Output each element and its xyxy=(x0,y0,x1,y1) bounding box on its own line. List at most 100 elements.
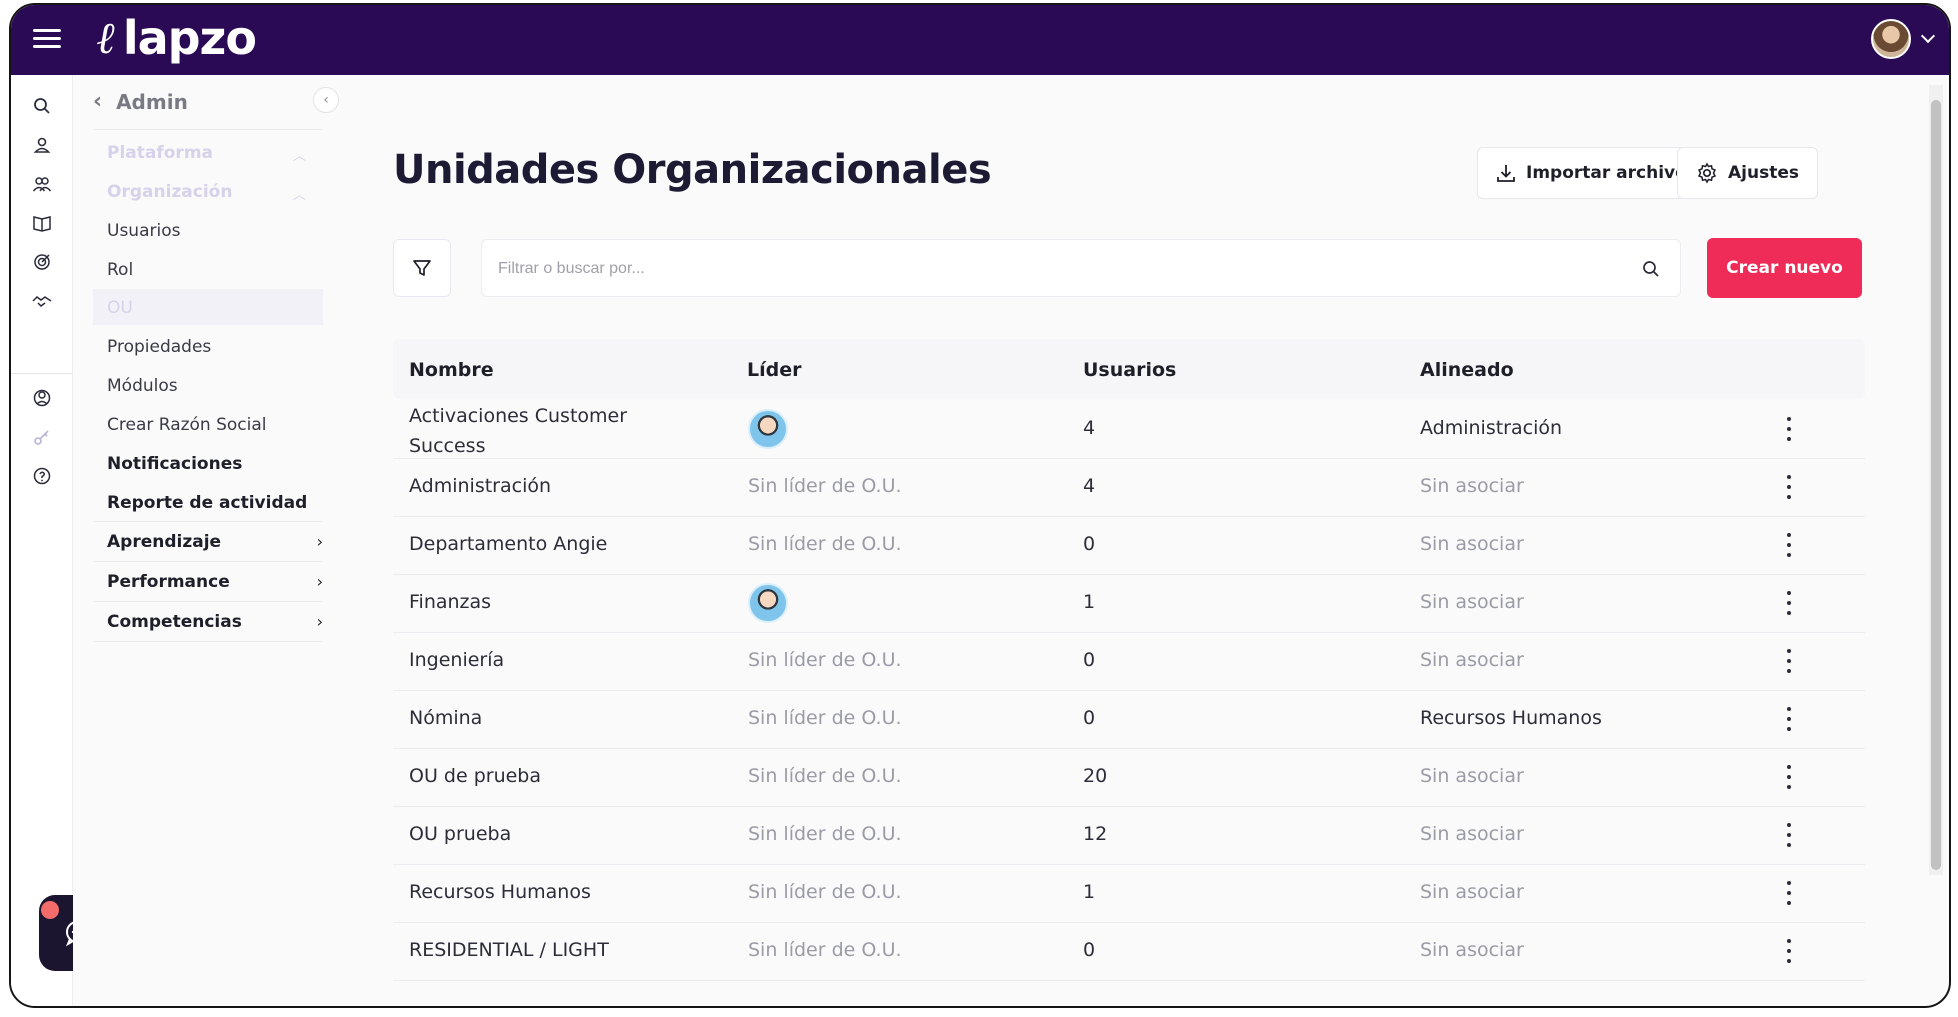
download-icon xyxy=(1497,165,1515,182)
import-file-label: Importar archivo xyxy=(1526,163,1687,183)
table-row[interactable]: OU de prueba Sin líder de O.U. 20 Sin as… xyxy=(393,749,1865,807)
settings-label: Ajustes xyxy=(1728,163,1799,183)
ou-name[interactable]: Administración xyxy=(409,475,551,497)
more-options-icon[interactable] xyxy=(1779,881,1799,905)
ou-aligned: Sin asociar xyxy=(1420,649,1524,671)
target-icon[interactable] xyxy=(29,249,55,275)
sidebar-item-usuarios[interactable]: Usuarios xyxy=(107,221,180,241)
chevron-up-icon: ︿ xyxy=(293,149,307,164)
sidebar-item-modulos[interactable]: Módulos xyxy=(107,376,178,396)
hamburger-menu-icon[interactable] xyxy=(33,29,61,51)
ou-name[interactable]: RESIDENTIAL / LIGHT xyxy=(409,939,609,961)
ou-leader: Sin líder de O.U. xyxy=(748,939,902,961)
ou-users: 12 xyxy=(1083,823,1108,845)
column-header-alineado[interactable]: Alineado xyxy=(1420,359,1514,381)
ou-users: 0 xyxy=(1083,939,1096,961)
user-icon[interactable] xyxy=(29,132,55,158)
ou-name[interactable]: Departamento Angie xyxy=(409,533,607,555)
ou-name[interactable]: OU de prueba xyxy=(409,765,541,787)
ou-aligned: Recursos Humanos xyxy=(1420,707,1602,729)
ou-leader: Sin líder de O.U. xyxy=(748,881,902,903)
sidebar-item-notificaciones[interactable]: Notificaciones xyxy=(107,454,242,474)
chevron-down-icon[interactable] xyxy=(1920,28,1936,44)
more-options-icon[interactable] xyxy=(1779,649,1799,673)
divider xyxy=(93,521,323,522)
ou-aligned: Sin asociar xyxy=(1420,939,1524,961)
divider xyxy=(93,129,323,130)
search-input[interactable] xyxy=(498,254,1618,284)
icon-rail xyxy=(11,75,115,1006)
table-row[interactable]: OU prueba Sin líder de O.U. 12 Sin asoci… xyxy=(393,807,1865,865)
logo-mark-icon: ℓ xyxy=(97,12,116,64)
collapse-sidebar-button[interactable]: ‹ xyxy=(313,87,339,113)
table-row[interactable]: Nómina Sin líder de O.U. 0 Recursos Huma… xyxy=(393,691,1865,749)
sidebar-item-propiedades[interactable]: Propiedades xyxy=(107,337,211,357)
more-options-icon[interactable] xyxy=(1779,823,1799,847)
table-row[interactable]: Administración Sin líder de O.U. 4 Sin a… xyxy=(393,459,1865,517)
import-file-button[interactable]: Importar archivo xyxy=(1477,147,1706,199)
column-header-lider[interactable]: Líder xyxy=(747,359,801,381)
sidebar-item-competencias[interactable]: Competencias xyxy=(107,612,242,632)
ou-users: 0 xyxy=(1083,649,1096,671)
key-icon[interactable] xyxy=(29,424,55,450)
table-row[interactable]: RESIDENTIAL / LIGHT Sin líder de O.U. 0 … xyxy=(393,923,1865,981)
handshake-icon[interactable] xyxy=(29,288,55,314)
notification-dot xyxy=(41,901,59,919)
sidebar-item-aprendizaje[interactable]: Aprendizaje xyxy=(107,532,221,552)
sidebar-item-organizacion[interactable]: Organización xyxy=(107,182,232,202)
leader-avatar[interactable] xyxy=(748,583,788,623)
more-options-icon[interactable] xyxy=(1779,417,1799,441)
column-header-nombre[interactable]: Nombre xyxy=(409,359,494,381)
search-icon[interactable] xyxy=(1642,260,1660,278)
chevron-right-icon: › xyxy=(316,612,323,631)
column-header-usuarios[interactable]: Usuarios xyxy=(1083,359,1176,381)
more-options-icon[interactable] xyxy=(1779,591,1799,615)
more-options-icon[interactable] xyxy=(1779,939,1799,963)
ou-name[interactable]: Nómina xyxy=(409,707,482,729)
search-icon[interactable] xyxy=(29,93,55,119)
gear-icon xyxy=(1697,162,1717,184)
filter-button[interactable] xyxy=(393,239,451,297)
ou-users: 4 xyxy=(1083,475,1096,497)
ou-name[interactable]: Recursos Humanos xyxy=(409,881,591,903)
brand-logo[interactable]: ℓ lapzo xyxy=(97,11,257,65)
divider xyxy=(93,601,323,602)
table-row[interactable]: Finanzas 1 Sin asociar xyxy=(393,575,1865,633)
table-row[interactable]: Departamento Angie Sin líder de O.U. 0 S… xyxy=(393,517,1865,575)
ou-leader: Sin líder de O.U. xyxy=(748,823,902,845)
more-options-icon[interactable] xyxy=(1779,707,1799,731)
more-options-icon[interactable] xyxy=(1779,765,1799,789)
ou-users: 1 xyxy=(1083,591,1096,613)
table-row[interactable]: Activaciones Customer Success 4 Administ… xyxy=(393,399,1865,459)
ou-name[interactable]: Ingeniería xyxy=(409,649,504,671)
sidebar-item-reporte-actividad[interactable]: Reporte de actividad xyxy=(107,493,307,513)
ou-name[interactable]: Finanzas xyxy=(409,591,491,613)
divider xyxy=(93,641,323,642)
leader-avatar[interactable] xyxy=(748,409,788,449)
ou-name[interactable]: Activaciones Customer Success xyxy=(409,401,699,461)
sidebar-item-performance[interactable]: Performance xyxy=(107,572,230,592)
ou-aligned: Administración xyxy=(1420,417,1563,439)
scrollbar-thumb[interactable] xyxy=(1931,100,1941,870)
help-icon[interactable] xyxy=(29,463,55,489)
ou-name[interactable]: OU prueba xyxy=(409,823,511,845)
more-options-icon[interactable] xyxy=(1779,475,1799,499)
table-row[interactable]: Recursos Humanos Sin líder de O.U. 1 Sin… xyxy=(393,865,1865,923)
sidebar-item-ou[interactable]: OU xyxy=(107,298,133,318)
table-row[interactable]: Ingeniería Sin líder de O.U. 0 Sin asoci… xyxy=(393,633,1865,691)
ou-table: Nombre Líder Usuarios Alineado Activacio… xyxy=(393,339,1865,981)
book-icon[interactable] xyxy=(29,210,55,236)
sidebar-item-plataforma[interactable]: Plataforma xyxy=(107,143,213,163)
ou-aligned: Sin asociar xyxy=(1420,765,1524,787)
sidebar-item-crear-razon-social[interactable]: Crear Razón Social xyxy=(107,415,267,435)
users-icon[interactable] xyxy=(29,171,55,197)
people-settings-icon[interactable] xyxy=(29,385,55,411)
sidebar-item-rol[interactable]: Rol xyxy=(107,260,133,280)
divider xyxy=(93,561,323,562)
create-new-button[interactable]: Crear nuevo xyxy=(1707,238,1862,298)
ou-leader: Sin líder de O.U. xyxy=(748,533,902,555)
user-avatar[interactable] xyxy=(1871,19,1911,59)
back-to-admin[interactable]: ‹ Admin xyxy=(93,89,188,114)
more-options-icon[interactable] xyxy=(1779,533,1799,557)
settings-button[interactable]: Ajustes xyxy=(1677,147,1818,199)
